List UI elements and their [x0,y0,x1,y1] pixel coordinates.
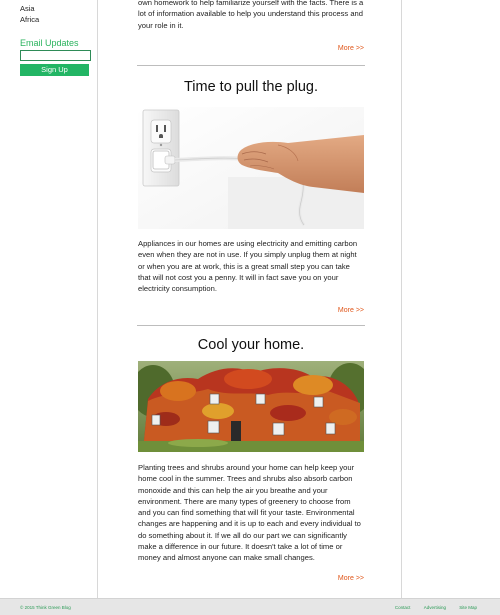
sign-up-button[interactable]: Sign Up [20,64,89,76]
footer-link-contact[interactable]: Contact [395,605,411,610]
left-column-border [97,0,98,598]
right-column-border [401,0,402,598]
more-link[interactable]: More >> [338,307,364,314]
email-field[interactable] [20,50,91,61]
footer-links: Contact Advertising Site Map [383,605,477,610]
ivy-house-photo [138,361,364,452]
region-list: Asia Africa [20,3,92,25]
article-text: own homework to help familiarize yoursel… [138,0,364,30]
article-divider [137,325,365,326]
plug-image [138,107,364,229]
more-link[interactable]: More >> [338,45,364,52]
page: Asia Africa Email Updates Sign Up own ho… [0,0,500,598]
article-text: Appliances in our homes are using electr… [138,239,358,294]
footer-link-site-map[interactable]: Site Map [459,605,477,610]
sidebar: Asia Africa Email Updates Sign Up [20,0,92,76]
article-title: Time to pull the plug. [183,79,319,95]
footer-link-advertising[interactable]: Advertising [424,605,446,610]
more-link[interactable]: More >> [338,575,364,582]
article-title: Cool your home. [197,337,305,353]
email-updates-title: Email Updates [20,38,79,48]
unplug-photo [138,107,364,229]
region-link-asia[interactable]: Asia [20,3,92,14]
footer: © 2015 Think Green Blog Contact Advertis… [0,598,500,615]
house-image [138,361,364,452]
article-divider [137,65,365,66]
article-text: Planting trees and shrubs around your ho… [138,463,361,563]
copyright: © 2015 Think Green Blog [20,605,71,610]
region-link-africa[interactable]: Africa [20,14,92,25]
